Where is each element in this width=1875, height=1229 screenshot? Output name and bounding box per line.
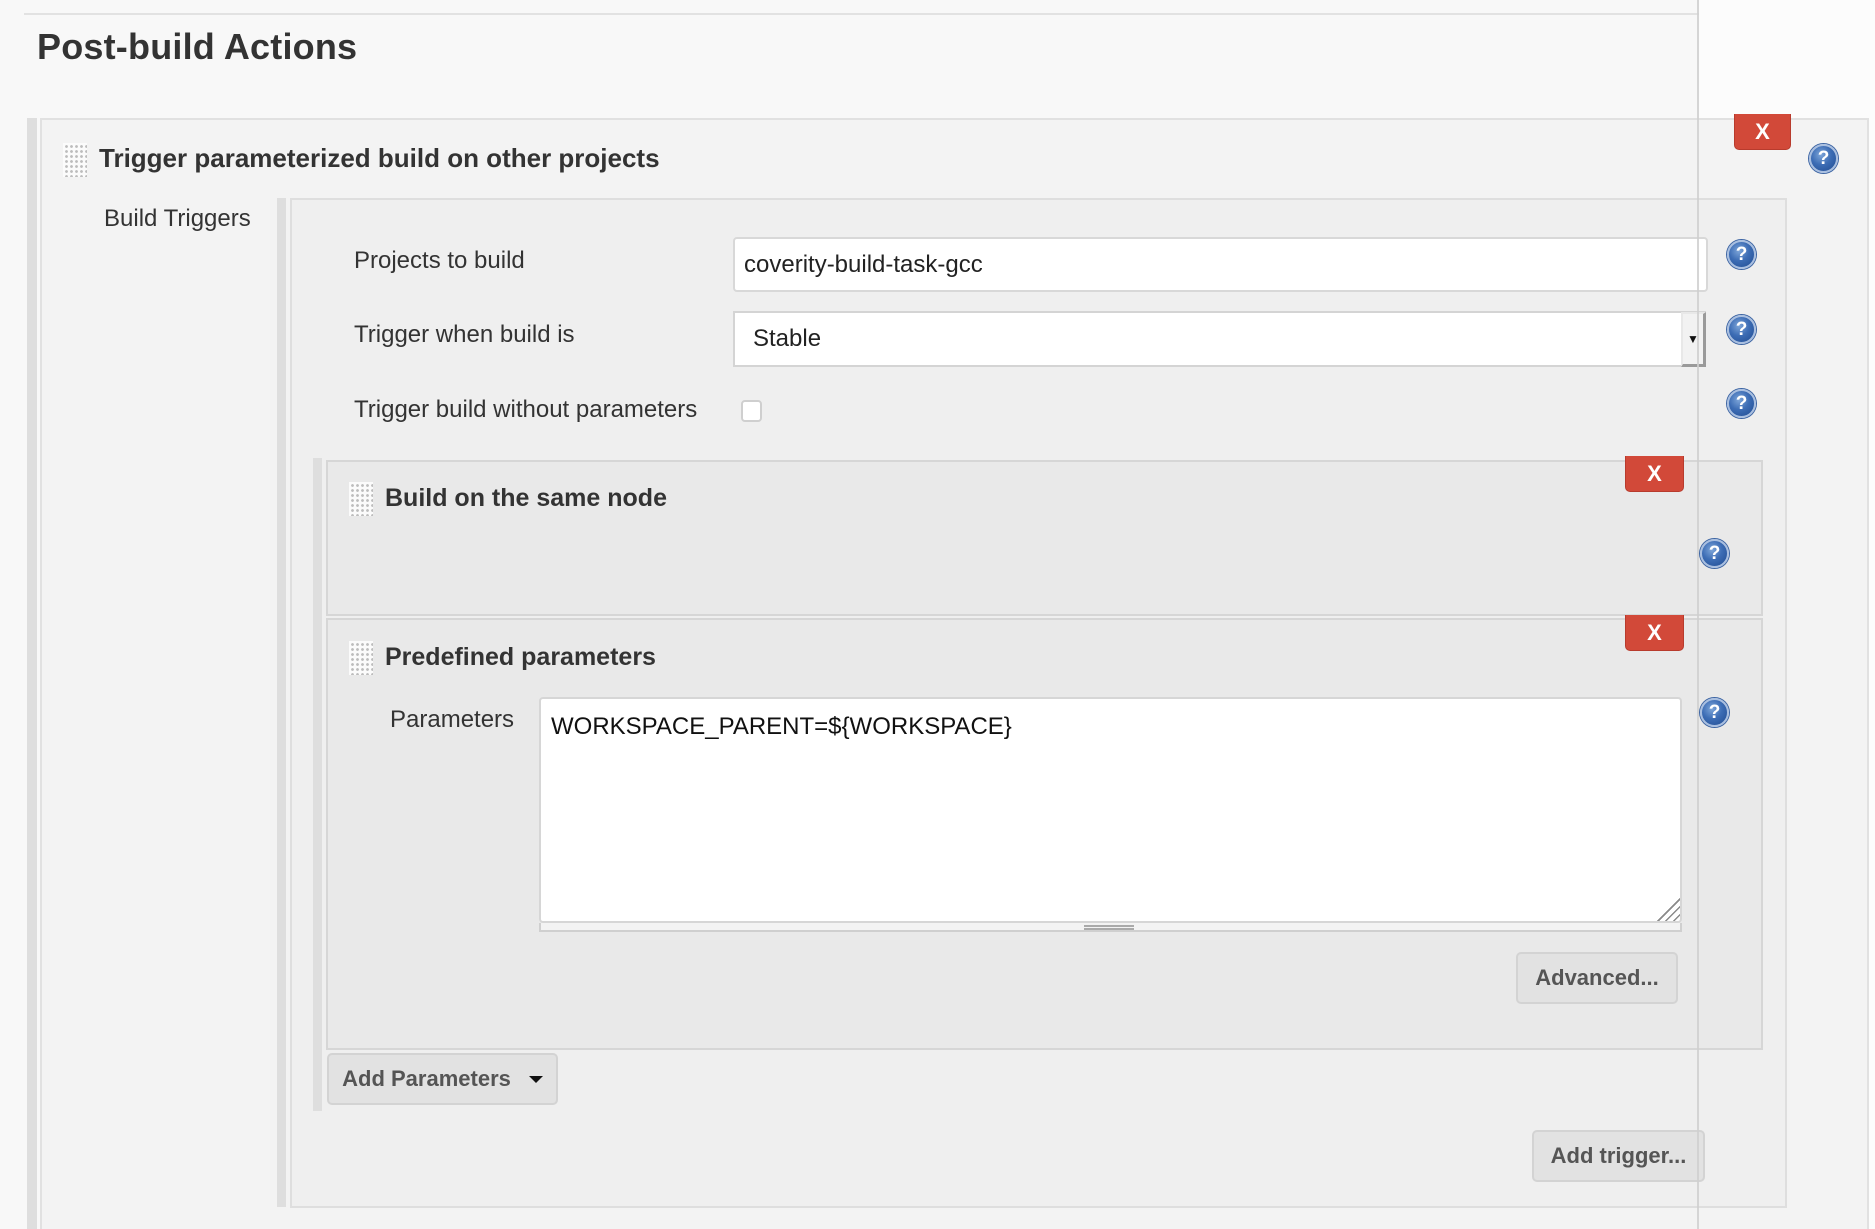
delete-same-node-button[interactable]: X [1625,456,1684,492]
parameters-label: Parameters [390,706,515,733]
parameters-left-stripe [313,458,322,1111]
add-parameters-label: Add Parameters [342,1066,511,1091]
top-divider [24,13,1875,15]
triggers-left-stripe [277,198,286,1207]
caret-down-icon [528,1075,543,1083]
block-title: Trigger parameterized build on other pro… [99,143,660,173]
trigger-when-label: Trigger when build is [354,321,575,348]
help-icon[interactable]: ? [1809,144,1838,173]
advanced-button[interactable]: Advanced... [1516,952,1678,1004]
add-parameters-button[interactable]: Add Parameters [327,1053,558,1105]
predefined-parameters-title: Predefined parameters [385,643,656,671]
delete-predefined-parameters-button[interactable]: X [1625,615,1684,651]
projects-to-build-input[interactable]: coverity-build-task-gcc [733,237,1708,292]
vertical-guide-line [1697,0,1699,1229]
block-left-stripe [27,118,37,1229]
build-triggers-label: Build Triggers [104,205,251,232]
trigger-when-select[interactable]: Stable [733,311,1706,367]
build-on-same-node-title: Build on the same node [385,484,667,512]
section-title: Post-build Actions [37,26,358,67]
trigger-without-params-label: Trigger build without parameters [354,396,698,423]
trigger-when-help-icon[interactable]: ? [1727,315,1756,344]
add-trigger-button[interactable]: Add trigger... [1532,1130,1705,1182]
without-params-help-icon[interactable]: ? [1727,389,1756,418]
parameters-textarea[interactable]: WORKSPACE_PARENT=${WORKSPACE} [539,697,1682,923]
drag-handle-icon[interactable] [349,641,373,675]
projects-help-icon[interactable]: ? [1727,240,1756,269]
drag-handle-icon[interactable] [63,143,87,177]
parameters-help-icon[interactable]: ? [1700,698,1729,727]
drag-handle-icon[interactable] [349,482,373,516]
resize-handle-icon[interactable] [1084,925,1134,930]
same-node-help-icon[interactable]: ? [1700,539,1729,568]
select-dropdown-arrow-icon[interactable]: ▼ [1681,312,1706,367]
projects-to-build-label: Projects to build [354,247,525,274]
delete-block-button[interactable]: X [1734,114,1791,150]
trigger-without-params-checkbox[interactable] [741,400,762,422]
